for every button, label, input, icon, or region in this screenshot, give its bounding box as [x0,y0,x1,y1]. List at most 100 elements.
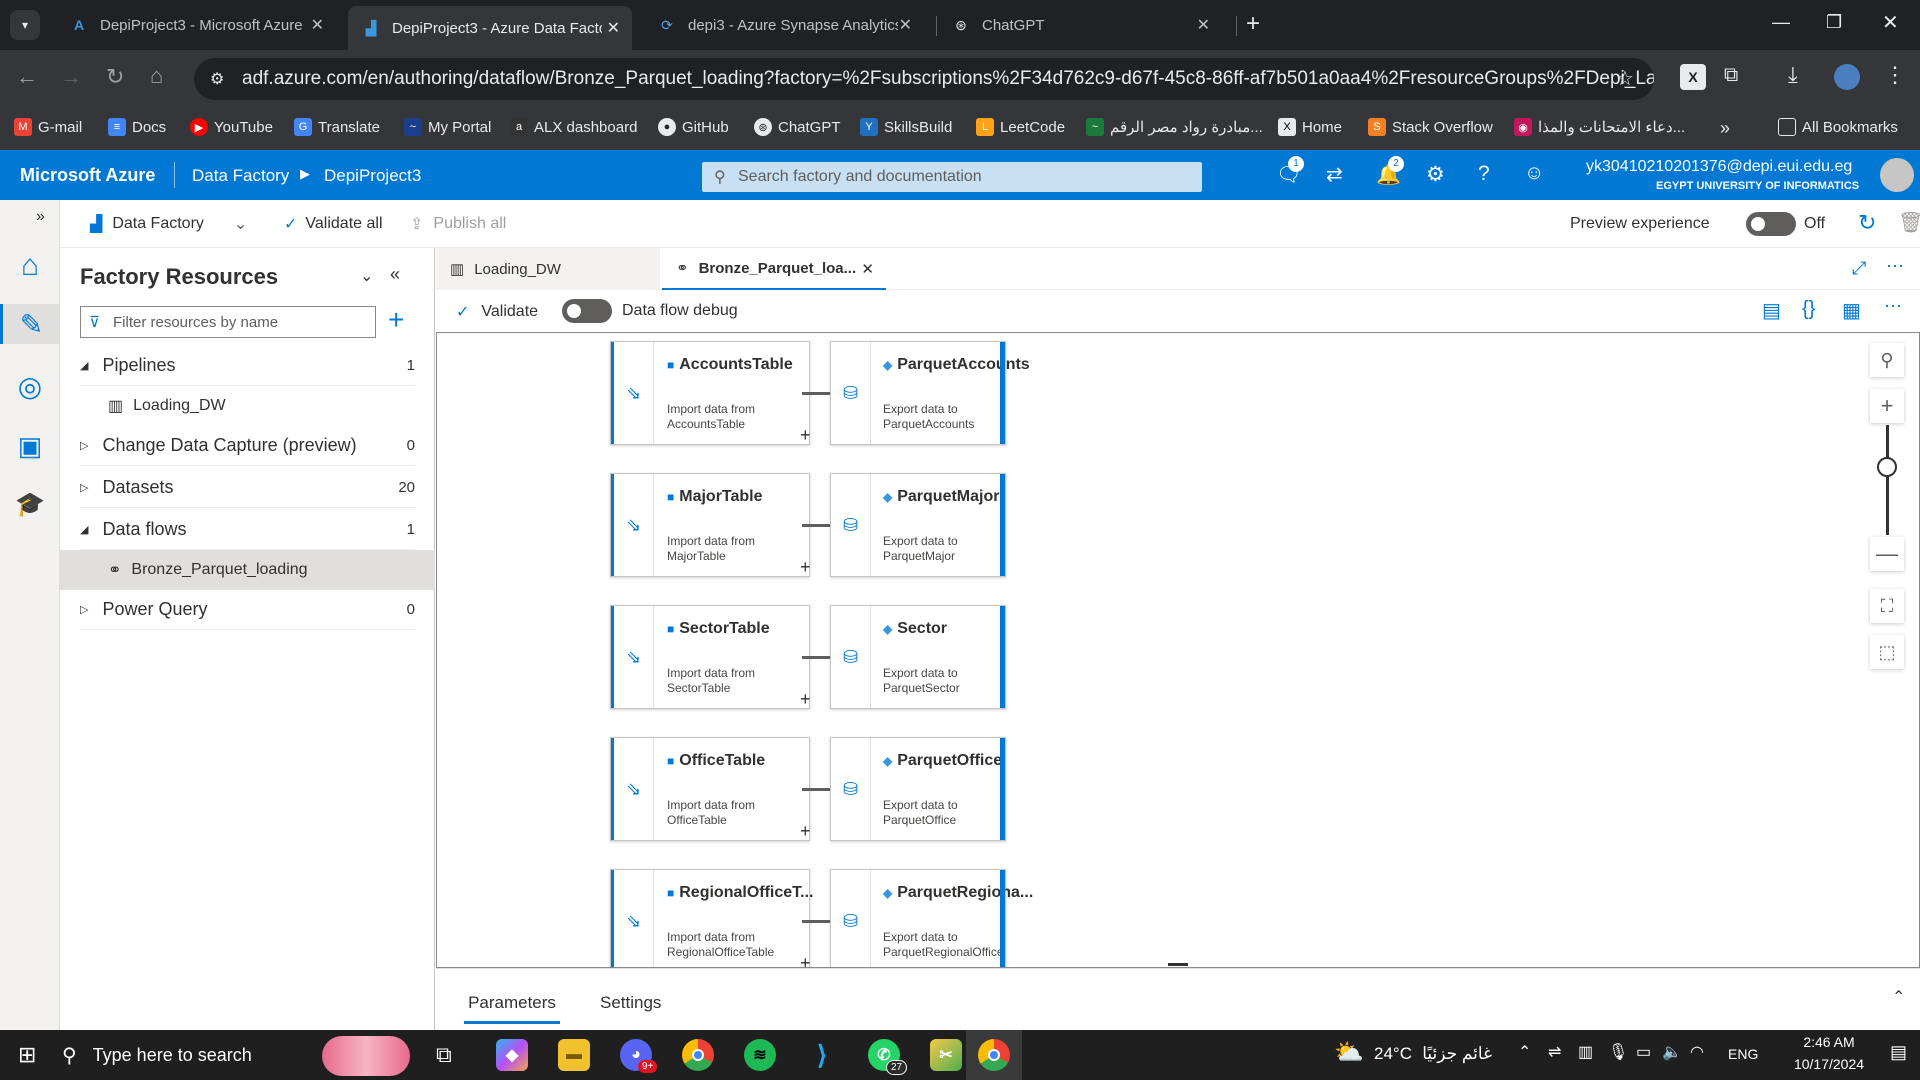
vscode-icon[interactable]: ⟩ [806,1039,838,1071]
sink-node[interactable]: ⛁ ◆ Sector Export data to ParquetSector [830,605,1006,709]
chrome-icon[interactable] [978,1039,1010,1071]
taskbar-search[interactable]: ⚲ Type here to search [62,1030,282,1080]
url-field[interactable]: ⚙ adf.azure.com/en/authoring/dataflow/Br… [194,58,1654,100]
close-icon[interactable]: ✕ [1197,15,1210,35]
puzzle-icon[interactable]: ⧉ [1724,64,1738,87]
tree-group-pipelines[interactable]: ◢ Pipelines 1 [80,346,415,386]
tray-app-icon[interactable]: ▥ [1578,1042,1593,1062]
expand-icon[interactable]: ⤢ [1852,258,1866,279]
select-region-icon[interactable]: ⬚ [1870,635,1904,669]
restore-icon[interactable]: ❐ [1826,12,1842,33]
more-icon[interactable]: ⋯ [1886,256,1904,277]
browser-tab-active[interactable]: ▟ DepiProject3 - Azure Data Facto ✕ [348,6,632,50]
brand[interactable]: Microsoft Azure [20,165,155,186]
add-transform-icon[interactable]: + [800,425,811,446]
extension-icon[interactable]: X [1680,64,1706,90]
bookmark[interactable]: a ALX dashboard [510,118,637,136]
clock-time[interactable]: 2:46 AM [1784,1034,1874,1050]
task-view-icon[interactable]: ⧉ [436,1042,452,1068]
bookmark[interactable]: ~ مبادرة رواد مصر الرقم... [1086,118,1263,136]
sink-node[interactable]: ⛁ ◆ ParquetAccounts Export data to ParquetA… [830,341,1030,445]
browser-tab[interactable]: A DepiProject3 - Microsoft Azure ✕ [56,8,336,42]
add-transform-icon[interactable]: + [800,557,811,578]
site-info-icon[interactable]: ⚙ [210,69,224,89]
microphone-icon[interactable]: 🎙 [1608,1042,1628,1062]
source-node[interactable]: ⇘ ■ AccountsTable Import data from Accounts… [610,341,810,445]
source-node[interactable]: ⇘ ■ MajorTable Import data from MajorTable [610,473,810,577]
preview-toggle[interactable] [1746,212,1796,241]
debug-toggle[interactable] [562,299,612,328]
add-transform-icon[interactable]: + [800,689,811,710]
refresh-icon[interactable]: ↻ [1858,210,1876,236]
bookmark[interactable]: ⊛ ChatGPT [754,118,841,136]
canvas-search-icon[interactable]: ⚲ [1870,343,1904,377]
snipping-tool-icon[interactable]: ✂ [930,1039,962,1071]
profile-avatar[interactable] [1834,64,1860,90]
more-icon[interactable]: ⋯ [1884,296,1902,317]
back-icon[interactable]: ← [16,64,38,90]
filter-input[interactable]: ⊽ Filter resources by name [80,306,376,338]
source-node[interactable]: ⇘ ■ SectorTable Import data from SectorTabl… [610,605,810,709]
collapse-all-icon[interactable]: ⌄ [360,266,373,286]
tab-search-button[interactable]: ▾ [10,10,40,40]
bookmark[interactable]: L LeetCode [976,118,1065,136]
close-icon[interactable]: ✕ [899,15,912,35]
code-icon[interactable]: {} [1802,298,1815,321]
close-icon[interactable]: ✕ [311,15,324,35]
tab-parameters[interactable]: Parameters [464,993,560,1024]
chat-icon[interactable]: ☺ [1524,162,1544,185]
volume-icon[interactable]: 🔈 [1662,1042,1682,1062]
author-pencil-icon[interactable]: ✎ [0,304,60,344]
bookmark[interactable]: ~ My Portal [404,118,491,136]
help-icon[interactable]: ? [1478,162,1490,186]
source-node[interactable]: ⇘ ■ RegionalOfficeT... Import data from Reg… [610,869,814,967]
validate-all-button[interactable]: ✓ Validate all [284,214,383,234]
add-transform-icon[interactable]: + [800,953,811,967]
copilot-icon[interactable]: ◆ [496,1039,528,1071]
tree-group-cdc[interactable]: ▷ Change Data Capture (preview) 0 [80,426,415,466]
spotify-icon[interactable]: ≋ [744,1039,776,1071]
all-bookmarks[interactable]: All Bookmarks [1778,118,1898,136]
download-icon[interactable]: ⤓ [1788,62,1798,88]
forward-icon[interactable]: → [60,64,82,90]
bookmark[interactable]: ● GitHub [658,118,729,136]
bookmark[interactable]: ≡ Docs [108,118,166,136]
search-input[interactable]: ⚲ Search factory and documentation [702,162,1202,192]
source-node[interactable]: ⇘ ■ OfficeTable Import data from OfficeTabl… [610,737,810,841]
notification-center-icon[interactable]: ▤ [1890,1042,1907,1063]
home-icon[interactable]: ⌂ [10,246,50,286]
dataflow-canvas[interactable]: ⇘ ■ AccountsTable Import data from Accounts… [436,332,1920,968]
star-icon[interactable]: ☆ [1616,66,1634,91]
add-resource-icon[interactable]: + [388,304,404,336]
browser-tab[interactable]: ⟳ depi3 - Azure Synapse Analytics ✕ [644,8,924,42]
script-icon[interactable]: ▤ [1762,298,1781,323]
tree-group-datasets[interactable]: ▷ Datasets 20 [80,468,415,508]
tray-app-icon[interactable]: ⇌ [1548,1042,1561,1062]
language-indicator[interactable]: ENG [1728,1046,1758,1062]
user-email[interactable]: yk30410210201376@depi.eui.edu.eg [1586,158,1852,176]
fit-to-window-icon[interactable]: ⛶ [1870,589,1904,623]
bookmark[interactable]: M G-mail [14,118,82,136]
sink-node[interactable]: ⛁ ◆ ParquetMajor Export data to ParquetMajo… [830,473,1006,577]
more-bookmarks-icon[interactable]: » [1720,118,1730,139]
chrome-icon[interactable] [682,1039,714,1071]
tree-group-dataflows[interactable]: ◢ Data flows 1 [80,510,415,550]
gear-icon[interactable]: ⚙ [1426,162,1445,187]
tree-item-dataflow-selected[interactable]: ⚭ Bronze_Parquet_loading [60,550,435,590]
close-window-icon[interactable]: ✕ [1882,10,1899,35]
tab-loading-dw[interactable]: ▥ Loading_DW [436,248,660,290]
home-icon[interactable]: ⌂ [150,63,163,89]
properties-icon[interactable]: ▦ [1842,298,1861,323]
discard-icon[interactable]: 🗑 [1898,210,1920,235]
zoom-slider-track[interactable] [1886,425,1889,535]
breadcrumb-data-factory[interactable]: Data Factory [192,166,289,186]
zoom-out-icon[interactable]: — [1870,537,1904,571]
publish-all-button[interactable]: ⇪ Publish all [410,214,506,234]
bookmark[interactable]: S Stack Overflow [1368,118,1493,136]
zoom-in-icon[interactable]: + [1870,389,1904,423]
manage-toolbox-icon[interactable]: ▣ [10,426,50,466]
browser-tab[interactable]: ⊛ ChatGPT ✕ [938,8,1222,42]
collapse-panel-icon[interactable]: ⌃ [1892,987,1905,1007]
weather-icon[interactable]: ⛅ [1334,1038,1364,1067]
sink-node[interactable]: ⛁ ◆ ParquetRegiona... Export data to Parque… [830,869,1033,967]
